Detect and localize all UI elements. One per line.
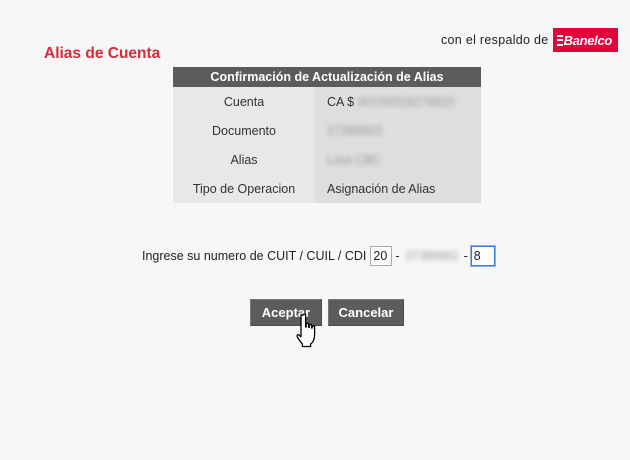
cuit-separator: -: [463, 249, 468, 263]
accept-button[interactable]: Aceptar: [250, 299, 322, 326]
banelco-logo: Banelco: [552, 28, 619, 52]
banelco-logo-text: Banelco: [563, 32, 613, 48]
form-actions: Aceptar Cancelar: [250, 299, 404, 326]
cuit-check-digit-input[interactable]: [470, 246, 495, 266]
cuit-separator: -: [395, 249, 400, 263]
alias-value: Laur.CBC: [327, 152, 382, 167]
cuit-prefix-input[interactable]: [370, 246, 393, 266]
backed-by-text: con el respaldo de: [441, 33, 549, 47]
row-label-operation-type: Tipo de Operacion: [173, 174, 315, 203]
banelco-mark-icon: [556, 34, 563, 46]
row-label-alias: Alias: [173, 145, 315, 174]
table-row: Documento 27389802: [173, 116, 481, 145]
account-prefix: CA $: [327, 94, 358, 109]
cancel-button[interactable]: Cancelar: [328, 299, 404, 326]
page-title: Alias de Cuenta: [44, 45, 161, 62]
row-value-document: 27389802: [315, 116, 481, 145]
row-value-alias: Laur.CBC: [315, 145, 481, 174]
account-number: 00150319278825: [357, 94, 455, 109]
row-label-account: Cuenta: [173, 87, 315, 116]
table-row: Alias Laur.CBC: [173, 145, 481, 174]
backed-by: con el respaldo de Banelco: [441, 28, 619, 52]
confirmation-header: Confirmación de Actualización de Alias: [173, 67, 481, 87]
confirmation-table: Confirmación de Actualización de Alias C…: [173, 67, 481, 203]
row-value-account: CA $ 00150319278825: [315, 87, 481, 116]
table-row: Cuenta CA $ 00150319278825: [173, 87, 481, 116]
row-value-operation-type: Asignación de Alias: [315, 174, 481, 203]
row-label-document: Documento: [173, 116, 315, 145]
table-row: Tipo de Operacion Asignación de Alias: [173, 174, 481, 203]
document-number: 27389802: [327, 123, 383, 138]
cuit-number-input[interactable]: [402, 246, 461, 266]
cuit-entry-row: Ingrese su numero de CUIT / CUIL / CDI -…: [142, 246, 495, 266]
cuit-label: Ingrese su numero de CUIT / CUIL / CDI: [142, 249, 367, 263]
